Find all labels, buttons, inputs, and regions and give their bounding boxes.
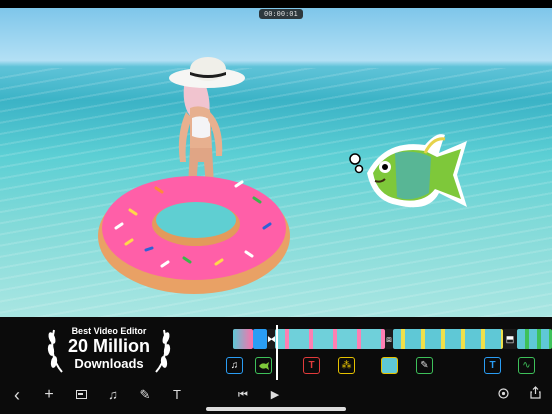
preview-timestamp: 00:00:01 — [259, 9, 303, 19]
clip-thumbnail — [517, 329, 552, 349]
pencil-icon: ✎ — [139, 387, 151, 402]
media-icon — [75, 390, 87, 399]
home-indicator — [206, 407, 346, 411]
clip-thumbnail — [393, 329, 503, 349]
video-preview[interactable] — [0, 8, 552, 317]
audio-clip-icon[interactable]: ∿ — [518, 357, 535, 374]
donut-float — [98, 176, 290, 294]
media-button[interactable] — [70, 384, 92, 406]
pen-clip-icon[interactable]: ✎ — [416, 357, 433, 374]
clip-thumbnail — [275, 329, 385, 349]
play-button[interactable]: ▶ — [264, 384, 286, 406]
fish-sticker[interactable] — [345, 123, 470, 223]
timeline-clip-strip[interactable]: ⧓ ⧈ ⬒ — [233, 329, 552, 349]
footprints-clip-icon[interactable]: ⁂ — [338, 357, 355, 374]
photo-clip-icon[interactable] — [381, 357, 398, 374]
settings-button[interactable] — [492, 384, 514, 406]
sun-hat — [169, 57, 245, 88]
clip-thumbnail — [233, 329, 253, 349]
music-button[interactable]: ♫ — [102, 384, 124, 406]
fish-sticker-clip-icon[interactable] — [255, 357, 272, 374]
laurel-right-icon — [155, 329, 171, 373]
skip-back-button[interactable]: ⏮ — [232, 384, 254, 406]
clip-thumbnail — [253, 329, 267, 349]
transition-icon[interactable]: ⬒ — [503, 329, 517, 349]
share-icon — [529, 386, 541, 399]
gear-icon — [497, 388, 509, 399]
music-note-icon: ♫ — [108, 387, 118, 402]
top-bar — [0, 0, 552, 8]
text-button[interactable]: T — [166, 384, 188, 406]
text-clip-icon-2[interactable]: T — [484, 357, 501, 374]
playhead[interactable] — [276, 325, 278, 380]
music-clip-icon[interactable]: ♫ — [226, 357, 243, 374]
promo-badge: Best Video Editor 20 Million Downloads — [44, 322, 174, 380]
share-button[interactable] — [524, 384, 546, 406]
add-button[interactable]: + — [38, 384, 60, 406]
draw-button[interactable]: ✎ — [134, 384, 156, 406]
back-button[interactable]: ‹ — [6, 384, 28, 406]
text-clip-icon[interactable]: T — [303, 357, 320, 374]
transition-icon[interactable]: ⧓ — [267, 329, 276, 349]
transition-icon[interactable]: ⧈ — [385, 329, 393, 349]
